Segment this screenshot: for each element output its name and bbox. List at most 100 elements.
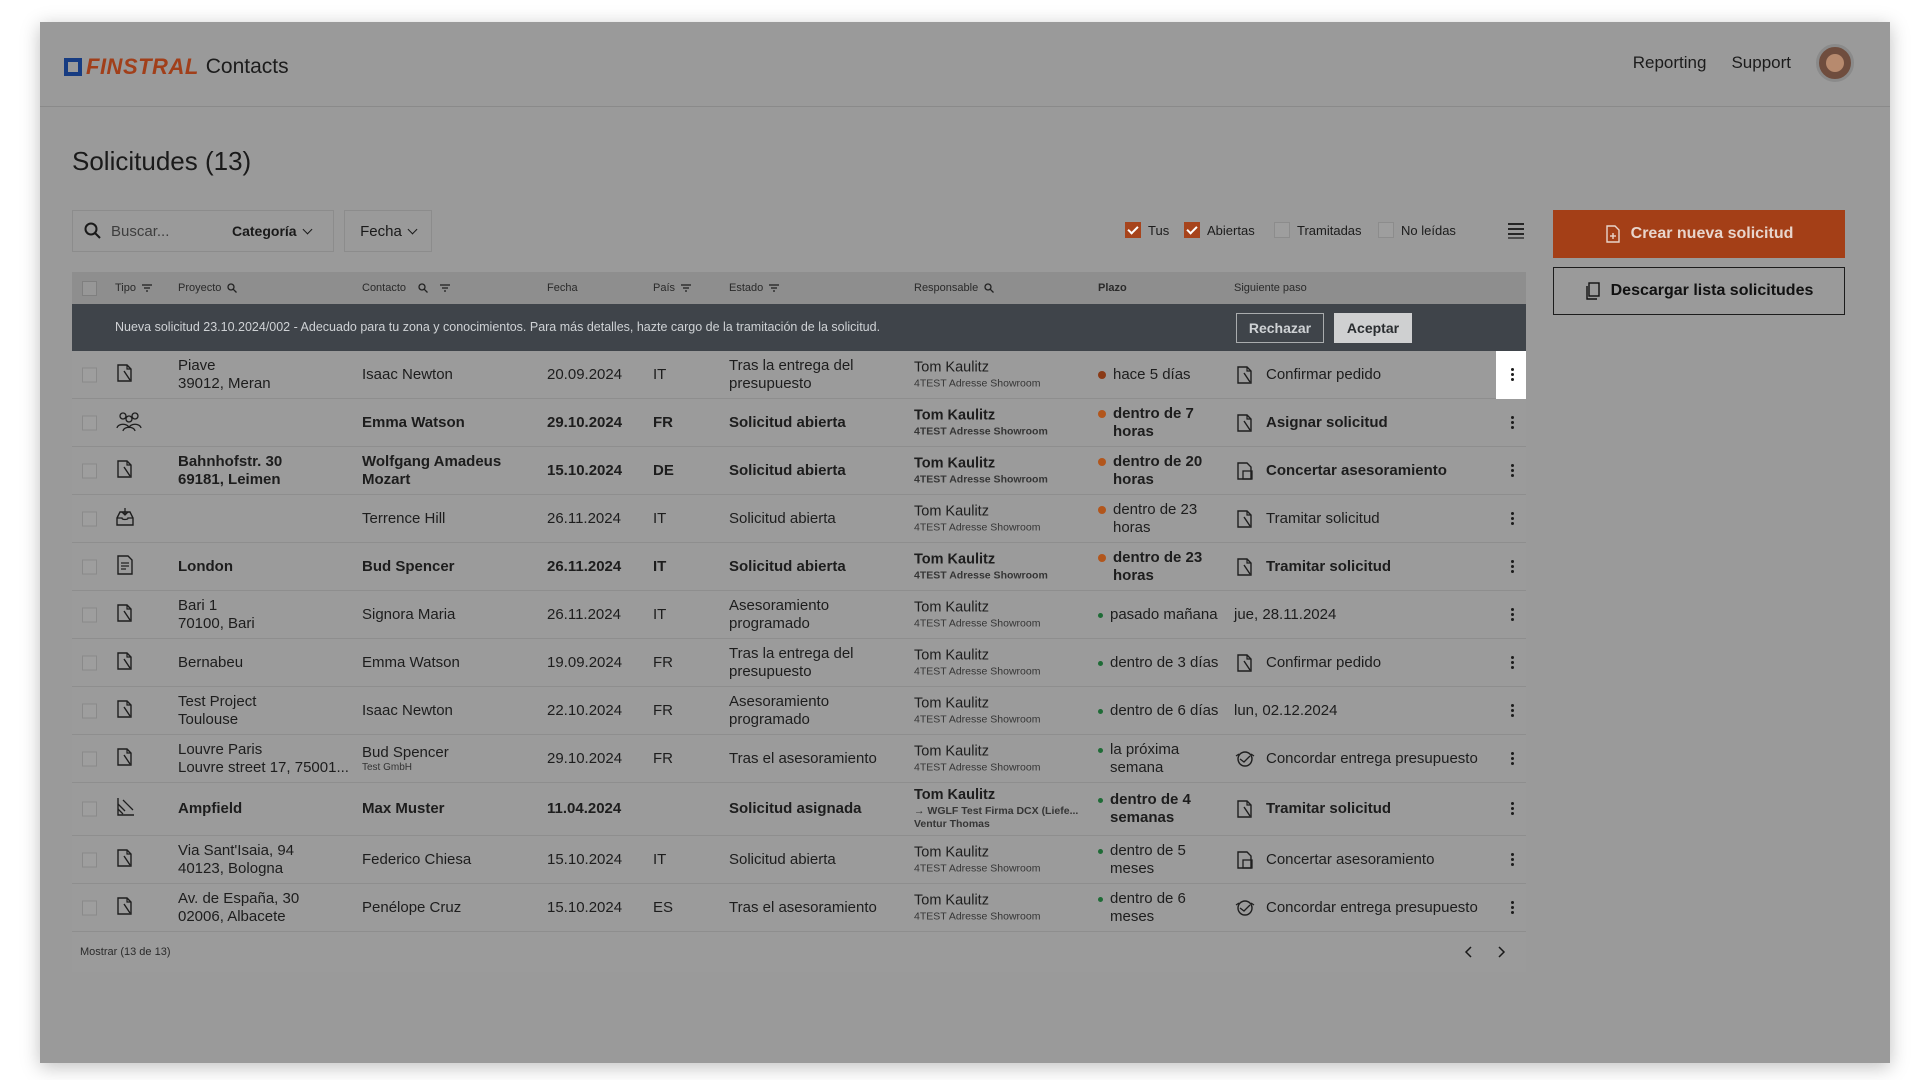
project-cell[interactable]: Av. de España, 30 02006, Albacete xyxy=(178,890,358,926)
accept-button[interactable]: Aceptar xyxy=(1334,313,1412,343)
contact-cell[interactable]: Isaac Newton xyxy=(362,366,547,384)
responsible-cell[interactable]: Tom Kaulitz → WGLF Test Firma DCX (Liefe.… xyxy=(914,787,1099,831)
row-checkbox[interactable] xyxy=(82,751,97,766)
table-row[interactable]: Via Sant'Isaia, 94 40123, Bologna Federico… xyxy=(72,836,1526,884)
more-options-icon[interactable] xyxy=(1510,415,1514,430)
project-cell[interactable]: Via Sant'Isaia, 94 40123, Bologna xyxy=(178,842,358,878)
chevron-left-icon[interactable] xyxy=(1464,946,1474,958)
row-checkbox[interactable] xyxy=(82,801,97,817)
next-step-cell[interactable]: Concertar asesoramiento xyxy=(1234,849,1434,871)
row-checkbox[interactable] xyxy=(82,463,97,478)
download-list-button[interactable]: Descargar lista solicitudes xyxy=(1553,267,1845,315)
more-options-icon[interactable] xyxy=(1510,463,1514,478)
responsible-cell[interactable]: Tom Kaulitz 4TEST Adresse Showroom xyxy=(914,647,1099,678)
select-all-checkbox[interactable] xyxy=(82,281,97,296)
category-dropdown[interactable]: Categoría xyxy=(232,210,313,252)
responsible-cell[interactable]: Tom Kaulitz 4TEST Adresse Showroom xyxy=(914,503,1099,534)
filter-tus[interactable]: Tus xyxy=(1125,222,1169,238)
row-checkbox[interactable] xyxy=(82,367,97,382)
header-contact[interactable]: Contacto xyxy=(362,282,451,294)
contact-cell[interactable]: Isaac Newton xyxy=(362,702,547,720)
row-checkbox[interactable] xyxy=(82,655,97,670)
filter-no-leidas[interactable]: No leídas xyxy=(1378,222,1456,238)
logo[interactable]: FINSTRAL Contacts xyxy=(64,54,289,80)
more-options-icon[interactable] xyxy=(1510,802,1514,816)
row-checkbox[interactable] xyxy=(82,900,97,915)
next-step-cell[interactable]: Asignar solicitud xyxy=(1234,412,1388,434)
more-options-icon[interactable] xyxy=(1510,367,1514,382)
contact-cell[interactable]: Emma Watson xyxy=(362,414,547,432)
contact-cell[interactable]: Wolfgang Amadeus Mozart xyxy=(362,453,547,489)
contact-cell[interactable]: Signora Maria xyxy=(362,606,547,624)
table-row[interactable]: Test Project Toulouse Isaac Newton 22.10.20… xyxy=(72,687,1526,735)
row-checkbox[interactable] xyxy=(82,415,97,430)
search-icon[interactable] xyxy=(227,283,238,293)
row-checkbox[interactable] xyxy=(82,703,97,718)
responsible-cell[interactable]: Tom Kaulitz 4TEST Adresse Showroom xyxy=(914,551,1099,582)
header-status[interactable]: Estado xyxy=(729,282,780,294)
contact-cell[interactable]: Max Muster xyxy=(362,800,547,818)
table-row[interactable]: Louvre Paris Louvre street 17, 75001... Bu… xyxy=(72,735,1526,783)
more-options-icon[interactable] xyxy=(1510,751,1514,766)
table-row[interactable]: Av. de España, 30 02006, Albacete Penélope… xyxy=(72,884,1526,932)
more-options-icon[interactable] xyxy=(1510,559,1514,574)
contact-cell[interactable]: Bud Spencer Test GmbH xyxy=(362,744,547,774)
project-cell[interactable]: Test Project Toulouse xyxy=(178,693,358,729)
responsible-cell[interactable]: Tom Kaulitz 4TEST Adresse Showroom xyxy=(914,599,1099,630)
project-cell[interactable]: Piave 39012, Meran xyxy=(178,357,358,393)
filter-icon[interactable] xyxy=(769,284,780,292)
row-checkbox[interactable] xyxy=(82,607,97,622)
responsible-cell[interactable]: Tom Kaulitz 4TEST Adresse Showroom xyxy=(914,743,1099,774)
project-cell[interactable]: Louvre Paris Louvre street 17, 75001... xyxy=(178,741,358,777)
next-step-cell[interactable]: Tramitar solicitud xyxy=(1234,798,1391,820)
next-step-cell[interactable]: Concordar entrega presupuesto xyxy=(1234,897,1478,919)
search-icon[interactable] xyxy=(418,283,428,293)
contact-cell[interactable]: Emma Watson xyxy=(362,654,547,672)
table-row[interactable]: Emma Watson 29.10.2024 FR Solicitud abierta… xyxy=(72,399,1526,447)
row-checkbox[interactable] xyxy=(82,559,97,574)
contact-cell[interactable]: Bud Spencer xyxy=(362,558,547,576)
contact-cell[interactable]: Penélope Cruz xyxy=(362,899,547,917)
chevron-right-icon[interactable] xyxy=(1496,946,1506,958)
next-step-cell[interactable]: Concordar entrega presupuesto xyxy=(1234,748,1478,770)
responsible-cell[interactable]: Tom Kaulitz 4TEST Adresse Showroom xyxy=(914,407,1099,438)
nav-support[interactable]: Support xyxy=(1731,53,1791,73)
row-checkbox[interactable] xyxy=(82,852,97,867)
create-request-button[interactable]: Crear nueva solicitud xyxy=(1553,210,1845,258)
checkbox-abiertas[interactable] xyxy=(1184,222,1200,238)
date-dropdown[interactable]: Fecha xyxy=(344,210,432,252)
project-cell[interactable]: London xyxy=(178,558,358,576)
next-step-cell[interactable]: Confirmar pedido xyxy=(1234,652,1381,674)
header-date[interactable]: Fecha xyxy=(547,282,578,294)
nav-reporting[interactable]: Reporting xyxy=(1633,53,1707,73)
responsible-cell[interactable]: Tom Kaulitz 4TEST Adresse Showroom xyxy=(914,455,1099,486)
next-step-cell[interactable]: Tramitar solicitud xyxy=(1234,556,1391,578)
checkbox-no-leidas[interactable] xyxy=(1378,222,1394,238)
table-row[interactable]: Terrence Hill 26.11.2024 IT Solicitud abier… xyxy=(72,495,1526,543)
responsible-cell[interactable]: Tom Kaulitz 4TEST Adresse Showroom xyxy=(914,892,1099,923)
header-type[interactable]: Tipo xyxy=(115,282,152,294)
filter-icon[interactable] xyxy=(440,284,451,292)
table-row[interactable]: Piave 39012, Meran Isaac Newton 20.09.2024 I… xyxy=(72,351,1526,399)
filter-abiertas[interactable]: Abiertas xyxy=(1184,222,1255,238)
contact-cell[interactable]: Terrence Hill xyxy=(362,510,547,528)
column-settings-icon[interactable] xyxy=(1506,220,1526,240)
contact-cell[interactable]: Federico Chiesa xyxy=(362,851,547,869)
project-cell[interactable]: Bahnhofstr. 30 69181, Leimen xyxy=(178,453,358,489)
more-options-icon[interactable] xyxy=(1510,852,1514,867)
project-cell[interactable]: Bernabeu xyxy=(178,654,358,672)
header-deadline[interactable]: Plazo xyxy=(1098,282,1127,294)
more-options-icon[interactable] xyxy=(1510,900,1514,915)
filter-icon[interactable] xyxy=(681,284,692,292)
row-checkbox[interactable] xyxy=(82,511,97,526)
table-row[interactable]: Bahnhofstr. 30 69181, Leimen Wolfgang Amad… xyxy=(72,447,1526,495)
avatar[interactable] xyxy=(1816,44,1854,82)
more-options-icon[interactable] xyxy=(1510,655,1514,670)
reject-button[interactable]: Rechazar xyxy=(1236,313,1324,343)
header-country[interactable]: País xyxy=(653,282,692,294)
project-cell[interactable]: Bari 1 70100, Bari xyxy=(178,597,358,633)
table-row[interactable]: Bari 1 70100, Bari Signora Maria 26.11.2024… xyxy=(72,591,1526,639)
next-step-cell[interactable]: jue, 28.11.2024 xyxy=(1234,606,1336,624)
more-options-icon[interactable] xyxy=(1510,607,1514,622)
responsible-cell[interactable]: Tom Kaulitz 4TEST Adresse Showroom xyxy=(914,695,1099,726)
